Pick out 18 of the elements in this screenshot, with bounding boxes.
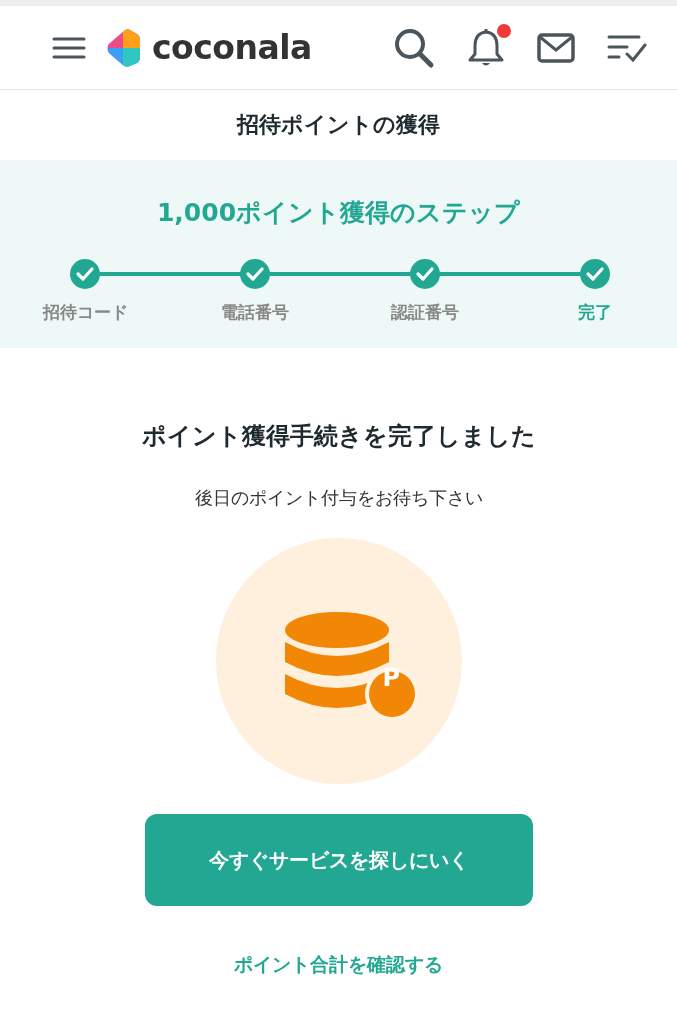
completion-text: 後日のポイント付与をお待ち下さい: [194, 486, 483, 510]
logo-text[interactable]: coconala: [152, 28, 312, 67]
mail-icon[interactable]: [537, 32, 575, 63]
logo-icon: [106, 28, 140, 67]
points-link[interactable]: ポイント合計を確認する: [234, 952, 443, 978]
page-title: 招待ポイントの獲得: [237, 111, 440, 139]
primary-button[interactable]: 今すぐサービスを探しにいく: [144, 814, 533, 906]
coins-icon: [284, 612, 417, 718]
step-label: 完了: [578, 301, 612, 324]
bell-icon[interactable]: [467, 27, 505, 68]
coin-badge-text: P: [382, 664, 401, 692]
step-label: 認証番号: [391, 301, 459, 324]
menu-icon[interactable]: [52, 35, 86, 60]
step-label: 招待コード: [42, 301, 128, 324]
completion-heading: ポイント獲得手続きを完了しました: [141, 421, 536, 452]
step-label: 電話番号: [221, 301, 289, 324]
search-icon[interactable]: [393, 26, 435, 69]
steps-title: 1,000ポイント獲得のステップ: [156, 197, 521, 229]
